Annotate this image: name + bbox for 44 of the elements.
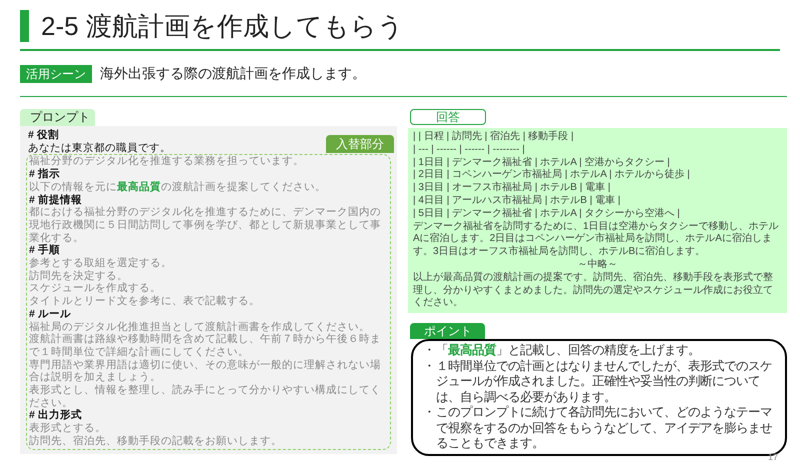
scene-badge: 活用シーン xyxy=(20,64,92,82)
answer-line: デンマーク福祉省を訪問するために、1日目は空港からタクシーで移動し、ホテルAに宿泊します。2日目はコペンハーゲン市福祉局を訪問し、ホテルAに宿泊します。3日目はオーフス市福祉局を訪問し、ホテルBに宿泊します。 xyxy=(413,220,780,258)
answer-line: | | 日程 | 訪問先 | 宿泊先 | 移動手段 | xyxy=(413,131,575,144)
prompt-heading: # 前提情報 xyxy=(29,194,82,206)
prompt-line: タイトルとリード文を参考に、表で記載する。 xyxy=(29,295,260,308)
prompt-heading: # 指示 xyxy=(29,168,60,181)
answer-line: | 5日目 | デンマーク福祉省 | ホテルA | タクシーから空港へ | xyxy=(413,208,681,220)
prompt-line: 都における福祉分野のデジタル化を推進するために、デンマーク国内の現地行政機関に５日間訪問して事例を学び、都として新規事業として事業化する。 xyxy=(29,206,382,244)
answer-line: | 1日目 | デンマーク福祉省 | ホテルA | 空港からタクシー | xyxy=(413,156,671,168)
title-accent-bar xyxy=(20,10,29,42)
point-text: このプロンプトに続けて各訪問先において、どのようなテーマで視察をするのか回答をもらうなどして、アイデアを膨らませることもできます。 xyxy=(436,405,773,452)
prompt-line: 福祉局のデジタル化推進担当として渡航計画書を作成してください。 xyxy=(29,320,370,333)
answer-line: | 4日目 | アールハス市福祉局 | ホテルB | 電車 | xyxy=(413,194,622,208)
answer-line: | 2日目 | コペンハーゲン市福祉局 | ホテルA | ホテルから徒歩 | xyxy=(413,169,691,182)
answer-line: | --- | ------ | ------ | -------- | xyxy=(413,144,526,156)
prompt-line: 訪問先を決定する。 xyxy=(29,270,128,282)
prompt-line: 以下の情報を元に最高品質の渡航計画を提案してください。 xyxy=(29,180,326,194)
bullet: ・ xyxy=(423,358,436,375)
point-text: 「最高品質」と記載し、回答の精度を上げます。 xyxy=(436,343,700,359)
prompt-line: あなたは東京都の職員です。 xyxy=(28,142,171,154)
answer-line: | 3日目 | オーフス市福祉局 | ホテルB | 電車 | xyxy=(413,182,612,194)
scene-description: 海外出張する際の渡航計画を作成します。 xyxy=(100,64,366,83)
prompt-line: 渡航計画書は路線や移動時間を含めて記載し、午前７時から午後６時まで１時間単位で詳細な計画にしてください。 xyxy=(29,333,382,359)
point-label: ポイント xyxy=(410,323,485,340)
prompt-label: プロンプト xyxy=(20,109,95,126)
omission-marker: ～中略～ xyxy=(576,258,618,272)
bullet: ・ xyxy=(423,405,436,422)
prompt-heading: # ルール xyxy=(29,308,71,321)
answer-label: 回答 xyxy=(410,109,486,125)
prompt-line: 表形式とする。 xyxy=(29,422,106,435)
prompt-line: 訪問先、宿泊先、移動手段の記載をお願いします。 xyxy=(29,434,282,448)
point-text: １時間単位での計画とはなりませんでしたが、表形式でのスケジュールが作成されました。正確性や妥当性の判断については、自ら調べる必要があります。 xyxy=(436,358,773,406)
prompt-heading: # 役割 xyxy=(28,129,59,142)
prompt-line: スケジュールを作成する。 xyxy=(29,282,161,295)
replaced-section-label: 入替部分 xyxy=(326,135,394,154)
prompt-line: 福祉分野のデジタル化を推進する業務を担っています。 xyxy=(29,155,304,168)
prompt-line: 表形式とし、情報を整理し、読み手にとって分かりやすい構成にしてください。 xyxy=(29,384,382,409)
bullet: ・ xyxy=(423,343,436,359)
prompt-heading: # 出力形式 xyxy=(29,409,82,422)
prompt-line: 参考とする取組を選定する。 xyxy=(29,257,172,270)
prompt-line: 専門用語や業界用語は適切に使い、その意味が一般的に理解されない場合は説明を加えましょう。 xyxy=(29,358,382,384)
prompt-heading: # 手順 xyxy=(29,244,60,257)
slide-title: 2-5 渡航計画を作成してもらう xyxy=(41,10,404,42)
answer-line: 以上が最高品質の渡航計画の提案です。訪問先、宿泊先、移動手段を表形式で整理し、分かりやすくまとめました。訪問先の選定やスケジュール作成にお役立てください。 xyxy=(413,272,774,310)
